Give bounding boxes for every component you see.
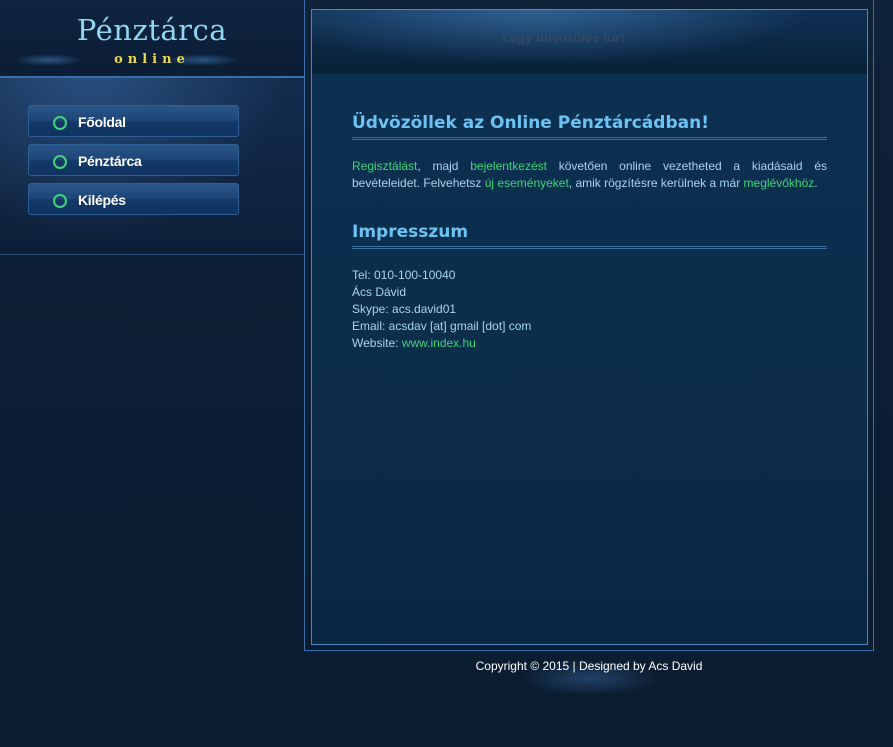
page: Pénztárca online Főoldal Pénztárca Kilép…: [0, 0, 893, 747]
nav-item-label: Pénztárca: [78, 153, 142, 169]
logo-title: Pénztárca: [76, 13, 228, 47]
website-label: Website:: [352, 336, 402, 350]
nav-item-label: Kilépés: [78, 192, 126, 208]
intro-heading: Üdvözöllek az Online Pénztárcádban!: [352, 113, 827, 140]
logo-subtitle: online: [114, 52, 190, 67]
logo[interactable]: Pénztárca online: [0, 0, 304, 78]
impressum-details: Tel: 010-100-10040 Ács Dávid Skype: acs.…: [352, 267, 827, 352]
sidebar: Pénztárca online Főoldal Pénztárca Kilép…: [0, 0, 304, 255]
main-panel: Légy üdvözölve tur! Üdvözöllek az Online…: [311, 9, 868, 645]
intro-text: , amik rögzítésre kerülnek a már: [568, 176, 744, 190]
content: Üdvözöllek az Online Pénztárcádban! Regi…: [352, 113, 827, 352]
login-link[interactable]: bejelentkezést: [470, 159, 547, 173]
intro-text: .: [814, 176, 818, 190]
sidebar-nav: Főoldal Pénztárca Kilépés: [28, 105, 239, 222]
nav-item-wallet[interactable]: Pénztárca: [28, 144, 239, 176]
welcome-message: Légy üdvözölve tur!: [502, 30, 625, 45]
nav-item-logout[interactable]: Kilépés: [28, 183, 239, 215]
intro-paragraph: Regisztálást, majd bejelentkezést követő…: [352, 158, 827, 192]
footer-copyright: Copyright © 2015 | Designed by Acs David: [475, 659, 703, 673]
ring-icon: [53, 194, 67, 208]
ring-icon: [53, 155, 67, 169]
intro-text: , majd: [417, 159, 471, 173]
existing-events-link[interactable]: meglévőkhöz: [744, 176, 815, 190]
impressum-section: Impresszum Tel: 010-100-10040 Ács Dávid …: [352, 222, 827, 352]
impressum-skype: Skype: acs.david01: [352, 302, 457, 316]
impressum-tel: Tel: 010-100-10040: [352, 268, 456, 282]
ring-icon: [53, 116, 67, 130]
impressum-name: Ács Dávid: [352, 285, 407, 299]
website-link[interactable]: www.index.hu: [402, 336, 476, 350]
main-header: Légy üdvözölve tur!: [312, 10, 867, 75]
register-link[interactable]: Regisztálást: [352, 159, 417, 173]
impressum-heading: Impresszum: [352, 222, 827, 249]
nav-item-home[interactable]: Főoldal: [28, 105, 239, 137]
impressum-email: Email: acsdav [at] gmail [dot] com: [352, 319, 532, 333]
impressum-website: Website: www.index.hu: [352, 335, 827, 352]
new-events-link[interactable]: új eseményeket: [485, 176, 569, 190]
nav-item-label: Főoldal: [78, 114, 126, 130]
